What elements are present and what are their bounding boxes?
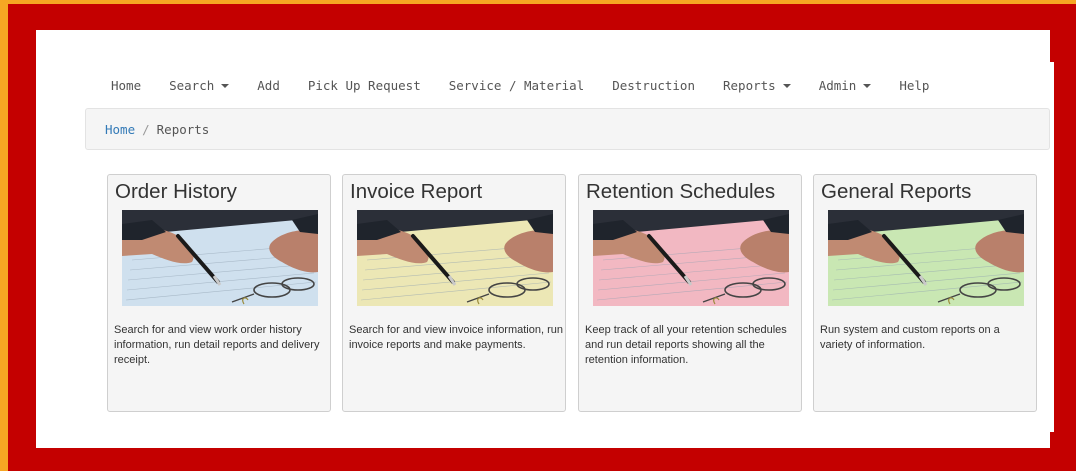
nav-service-material[interactable]: Service / Material xyxy=(449,78,584,93)
breadcrumb: Home / Reports xyxy=(85,108,1050,150)
nav-help[interactable]: Help xyxy=(899,78,929,93)
nav-home[interactable]: Home xyxy=(111,78,141,93)
nav-destruction[interactable]: Destruction xyxy=(612,78,695,93)
card-description: Keep track of all your retention schedul… xyxy=(585,324,787,366)
card-image xyxy=(593,210,789,306)
card-image xyxy=(357,210,553,306)
nav-add[interactable]: Add xyxy=(257,78,280,93)
card-image xyxy=(828,210,1024,306)
page-edge xyxy=(1050,62,1054,432)
nav-search-dropdown[interactable]: Search xyxy=(169,78,229,93)
nav-pick-up-request[interactable]: Pick Up Request xyxy=(308,78,421,93)
card-description: Search for and view invoice information,… xyxy=(349,324,563,351)
card-general-reports[interactable]: General Reports Run system and custom re… xyxy=(813,174,1037,412)
card-title: Order History xyxy=(115,180,237,203)
nav-admin-dropdown[interactable]: Admin xyxy=(819,78,872,93)
top-navbar: Home Search Add Pick Up Request Service … xyxy=(111,75,957,95)
card-retention-schedules[interactable]: Retention Schedules Keep track of all yo… xyxy=(578,174,802,412)
breadcrumb-current: Reports xyxy=(156,121,210,137)
nav-reports-dropdown[interactable]: Reports xyxy=(723,78,791,93)
card-invoice-report[interactable]: Invoice Report Search for and view invoi… xyxy=(342,174,566,412)
breadcrumb-home-link[interactable]: Home xyxy=(105,122,135,137)
card-image xyxy=(122,210,318,306)
card-description: Search for and view work order history i… xyxy=(114,324,320,366)
card-title: Retention Schedules xyxy=(586,180,776,203)
card-description: Run system and custom reports on a varie… xyxy=(820,324,1000,351)
card-title: Invoice Report xyxy=(350,180,483,203)
breadcrumb-separator: / xyxy=(142,121,150,137)
card-title: General Reports xyxy=(821,180,972,203)
card-order-history[interactable]: Order History Search for and view work o… xyxy=(107,174,331,412)
